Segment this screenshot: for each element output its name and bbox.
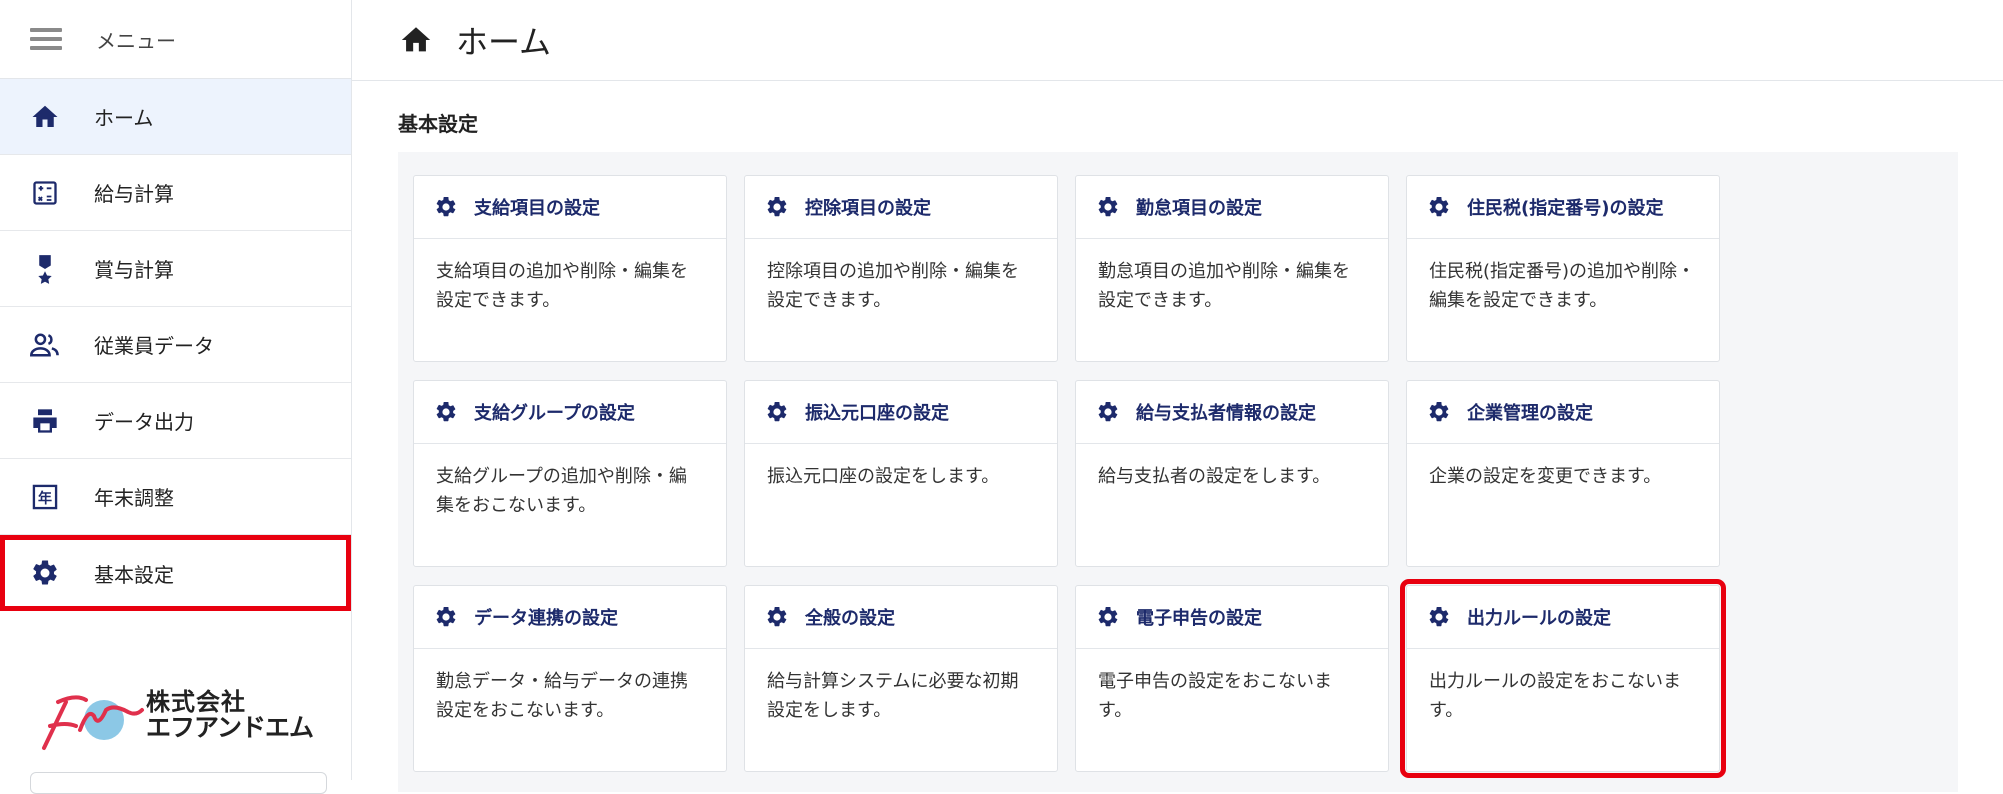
card-title: 給与支払者情報の設定 [1136, 403, 1316, 424]
card-title: 控除項目の設定 [805, 198, 931, 219]
card-title: 全般の設定 [805, 608, 895, 629]
logo-mark-icon [42, 695, 144, 750]
nav-item-payroll[interactable]: 給与計算 [0, 155, 351, 231]
home-icon [398, 23, 434, 57]
nav-label: 基本設定 [94, 562, 174, 587]
card-description: 出力ルールの設定をおこないます。 [1429, 671, 1681, 721]
card-header: 給与支払者情報の設定 [1076, 381, 1388, 444]
card-payer-info[interactable]: 給与支払者情報の設定給与支払者の設定をします。 [1075, 380, 1389, 567]
card-general[interactable]: 全般の設定給与計算システムに必要な初期設定をします。 [744, 585, 1058, 772]
card-description: 電子申告の設定をおこないます。 [1098, 671, 1332, 721]
page-header: ホーム [352, 0, 2003, 81]
menu-toggle[interactable]: メニュー [0, 0, 351, 79]
nav-label: データ出力 [94, 410, 194, 434]
card-title: 電子申告の設定 [1136, 608, 1262, 629]
gear-icon [765, 400, 789, 424]
card-description: 勤怠項目の追加や削除・編集を設定できます。 [1098, 261, 1350, 311]
printer-icon [28, 407, 62, 435]
card-title: 勤怠項目の設定 [1136, 198, 1262, 219]
card-title: データ連携の設定 [474, 608, 618, 629]
gear-icon [1096, 400, 1120, 424]
page-title: ホーム [456, 23, 552, 61]
card-title: 振込元口座の設定 [805, 403, 949, 424]
sidebar: メニュー ホーム 給与計算 賞与計算 従業員データ データ出力 年 年末調整 基… [0, 0, 352, 794]
gear-icon [1427, 195, 1451, 219]
gear-icon [1096, 605, 1120, 629]
card-resident-tax[interactable]: 住民税(指定番号)の設定住民税(指定番号)の追加や削除・編集を設定できます。 [1406, 175, 1720, 362]
card-title: 支給グループの設定 [474, 403, 635, 424]
card-description: 控除項目の追加や削除・編集を設定できます。 [767, 261, 1019, 311]
gear-icon [434, 195, 458, 219]
card-header: 電子申告の設定 [1076, 586, 1388, 649]
card-description: 勤怠データ・給与データの連携設定をおこないます。 [436, 671, 688, 721]
nav-item-home[interactable]: ホーム [0, 79, 351, 155]
gear-icon [1096, 195, 1120, 219]
gear-icon [434, 400, 458, 424]
people-icon [28, 331, 62, 359]
gear-icon [28, 558, 62, 588]
card-description: 支給グループの追加や削除・編集をおこないます。 [436, 466, 687, 516]
nav-label: 賞与計算 [94, 258, 174, 282]
card-output-rules[interactable]: 出力ルールの設定出力ルールの設定をおこないます。 [1400, 579, 1726, 778]
gear-icon [765, 605, 789, 629]
card-title: 住民税(指定番号)の設定 [1467, 198, 1664, 219]
menu-label: メニュー [96, 28, 176, 53]
nav-item-data-output[interactable]: データ出力 [0, 383, 351, 459]
card-description: 給与計算システムに必要な初期設定をします。 [767, 671, 1019, 721]
card-deduction-items[interactable]: 控除項目の設定控除項目の追加や削除・編集を設定できます。 [744, 175, 1058, 362]
card-e-filing[interactable]: 電子申告の設定電子申告の設定をおこないます。 [1075, 585, 1389, 772]
year-calendar-icon: 年 [28, 483, 62, 511]
card-header: 出力ルールの設定 [1407, 586, 1719, 649]
card-header: データ連携の設定 [414, 586, 726, 649]
card-description: 振込元口座の設定をします。 [767, 466, 1000, 487]
card-payment-items[interactable]: 支給項目の設定支給項目の追加や削除・編集を設定できます。 [413, 175, 727, 362]
card-description: 企業の設定を変更できます。 [1429, 466, 1662, 487]
card-description: 支給項目の追加や削除・編集を設定できます。 [436, 261, 688, 311]
gear-icon [1427, 605, 1451, 629]
section-title: 基本設定 [398, 112, 478, 136]
logo-line1: 株式会社 [146, 688, 246, 716]
card-description: 住民税(指定番号)の追加や削除・編集を設定できます。 [1429, 261, 1696, 311]
logo-line2: エフアンドエム [146, 713, 314, 743]
nav-item-year-end[interactable]: 年 年末調整 [0, 459, 351, 535]
medal-icon [28, 254, 62, 284]
nav-item-employee-data[interactable]: 従業員データ [0, 307, 351, 383]
card-title: 支給項目の設定 [474, 198, 600, 219]
home-icon [28, 102, 62, 132]
nav-label: 従業員データ [94, 334, 214, 358]
card-header: 企業管理の設定 [1407, 381, 1719, 444]
card-header: 住民税(指定番号)の設定 [1407, 176, 1719, 239]
calculator-icon [28, 179, 62, 207]
gear-icon [1427, 400, 1451, 424]
card-data-integration[interactable]: データ連携の設定勤怠データ・給与データの連携設定をおこないます。 [413, 585, 727, 772]
card-payment-group[interactable]: 支給グループの設定支給グループの追加や削除・編集をおこないます。 [413, 380, 727, 567]
gear-icon [765, 195, 789, 219]
card-header: 振込元口座の設定 [745, 381, 1057, 444]
svg-text:年: 年 [38, 489, 52, 506]
app-window: メニュー ホーム 給与計算 賞与計算 従業員データ データ出力 年 年末調整 基… [0, 0, 2003, 794]
nav-item-bonus[interactable]: 賞与計算 [0, 231, 351, 307]
nav-label: 年末調整 [94, 486, 174, 510]
card-header: 勤怠項目の設定 [1076, 176, 1388, 239]
sidebar-bottom-widget[interactable] [30, 772, 327, 794]
card-company-management[interactable]: 企業管理の設定企業の設定を変更できます。 [1406, 380, 1720, 567]
nav-item-basic-settings[interactable]: 基本設定 [0, 535, 351, 611]
card-header: 全般の設定 [745, 586, 1057, 649]
gear-icon [434, 605, 458, 629]
nav-label: ホーム [94, 106, 154, 130]
card-header: 支給グループの設定 [414, 381, 726, 444]
card-attendance-items[interactable]: 勤怠項目の設定勤怠項目の追加や削除・編集を設定できます。 [1075, 175, 1389, 362]
card-header: 控除項目の設定 [745, 176, 1057, 239]
nav-label: 給与計算 [94, 182, 174, 206]
hamburger-icon[interactable] [30, 23, 62, 55]
logo-text: 株式会社 エフアンドエム [146, 688, 314, 743]
card-description: 給与支払者の設定をします。 [1098, 466, 1331, 487]
card-title: 出力ルールの設定 [1467, 608, 1611, 629]
card-header: 支給項目の設定 [414, 176, 726, 239]
card-transfer-account[interactable]: 振込元口座の設定振込元口座の設定をします。 [744, 380, 1058, 567]
card-title: 企業管理の設定 [1467, 403, 1593, 424]
company-logo: 株式会社 エフアンドエム [36, 680, 316, 760]
